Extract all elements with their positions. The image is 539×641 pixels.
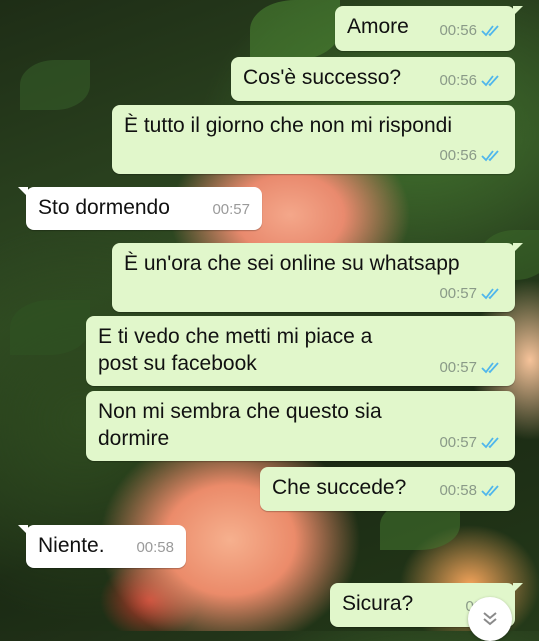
message-text: Che succede? [272,476,407,499]
message-text: È un'ora che sei online su whatsapp [124,252,460,275]
message-time: 00:57 [212,201,250,218]
message-time: 00:58 [439,482,477,499]
message-time: 00:57 [439,285,477,302]
message-time: 00:56 [439,72,477,89]
double-check-icon [481,485,499,497]
message-text: Sicura? [342,592,414,615]
message-meta: 00:57 [439,354,503,381]
message-bubble[interactable]: Amore 00:56 [335,6,523,51]
double-check-icon [481,362,499,374]
message-bubble[interactable]: Cos'è successo? 00:56 [231,57,515,101]
message-meta: 00:58 [136,534,174,561]
message-time: 00:57 [439,434,477,451]
message-time: 00:56 [439,22,477,39]
message-text: Niente. [38,534,105,557]
message-text: Cos'è successo? [243,66,402,89]
scroll-to-bottom-button[interactable] [468,597,512,641]
message-meta: 00:56 [439,142,503,169]
message-time: 00:58 [136,539,174,556]
message-meta: 00:56 [439,17,503,44]
double-check-icon [481,150,499,162]
message-meta: 00:56 [439,67,503,94]
message-bubble[interactable]: Non mi sembra che questo sia dormire 00:… [86,391,515,461]
message-text: È tutto il giorno che non mi rispondi [124,114,453,137]
double-check-icon [481,75,499,87]
message-bubble[interactable]: È un'ora che sei online su whatsapp 00:5… [112,243,523,312]
message-bubble[interactable]: È tutto il giorno che non mi rispondi 00… [112,105,515,174]
message-bubble[interactable]: Niente. 00:58 [18,525,186,568]
double-check-icon [481,25,499,37]
message-text: Non mi sembra che questo sia dormire [98,400,382,450]
message-bubble[interactable]: Che succede? 00:58 [260,467,515,511]
message-time: 00:56 [439,147,477,164]
message-bubble[interactable]: E ti vedo che metti mi piace a post su f… [86,316,515,386]
message-meta: 00:57 [439,429,503,456]
message-bubble[interactable]: Sto dormendo 00:57 [18,187,262,230]
double-check-icon [481,437,499,449]
message-meta: 00:57 [212,196,250,223]
message-meta: 00:58 [439,477,503,504]
chat-history[interactable]: Amore 00:56 Cos'è successo? 00:56 È tutt… [0,0,539,641]
chevron-double-down-icon [483,612,497,626]
message-text: E ti vedo che metti mi piace a post su f… [98,325,373,375]
message-meta: 00:57 [439,280,503,307]
message-text: Sto dormendo [38,196,170,219]
message-time: 00:57 [439,359,477,376]
message-text: Amore [347,15,409,38]
double-check-icon [481,288,499,300]
